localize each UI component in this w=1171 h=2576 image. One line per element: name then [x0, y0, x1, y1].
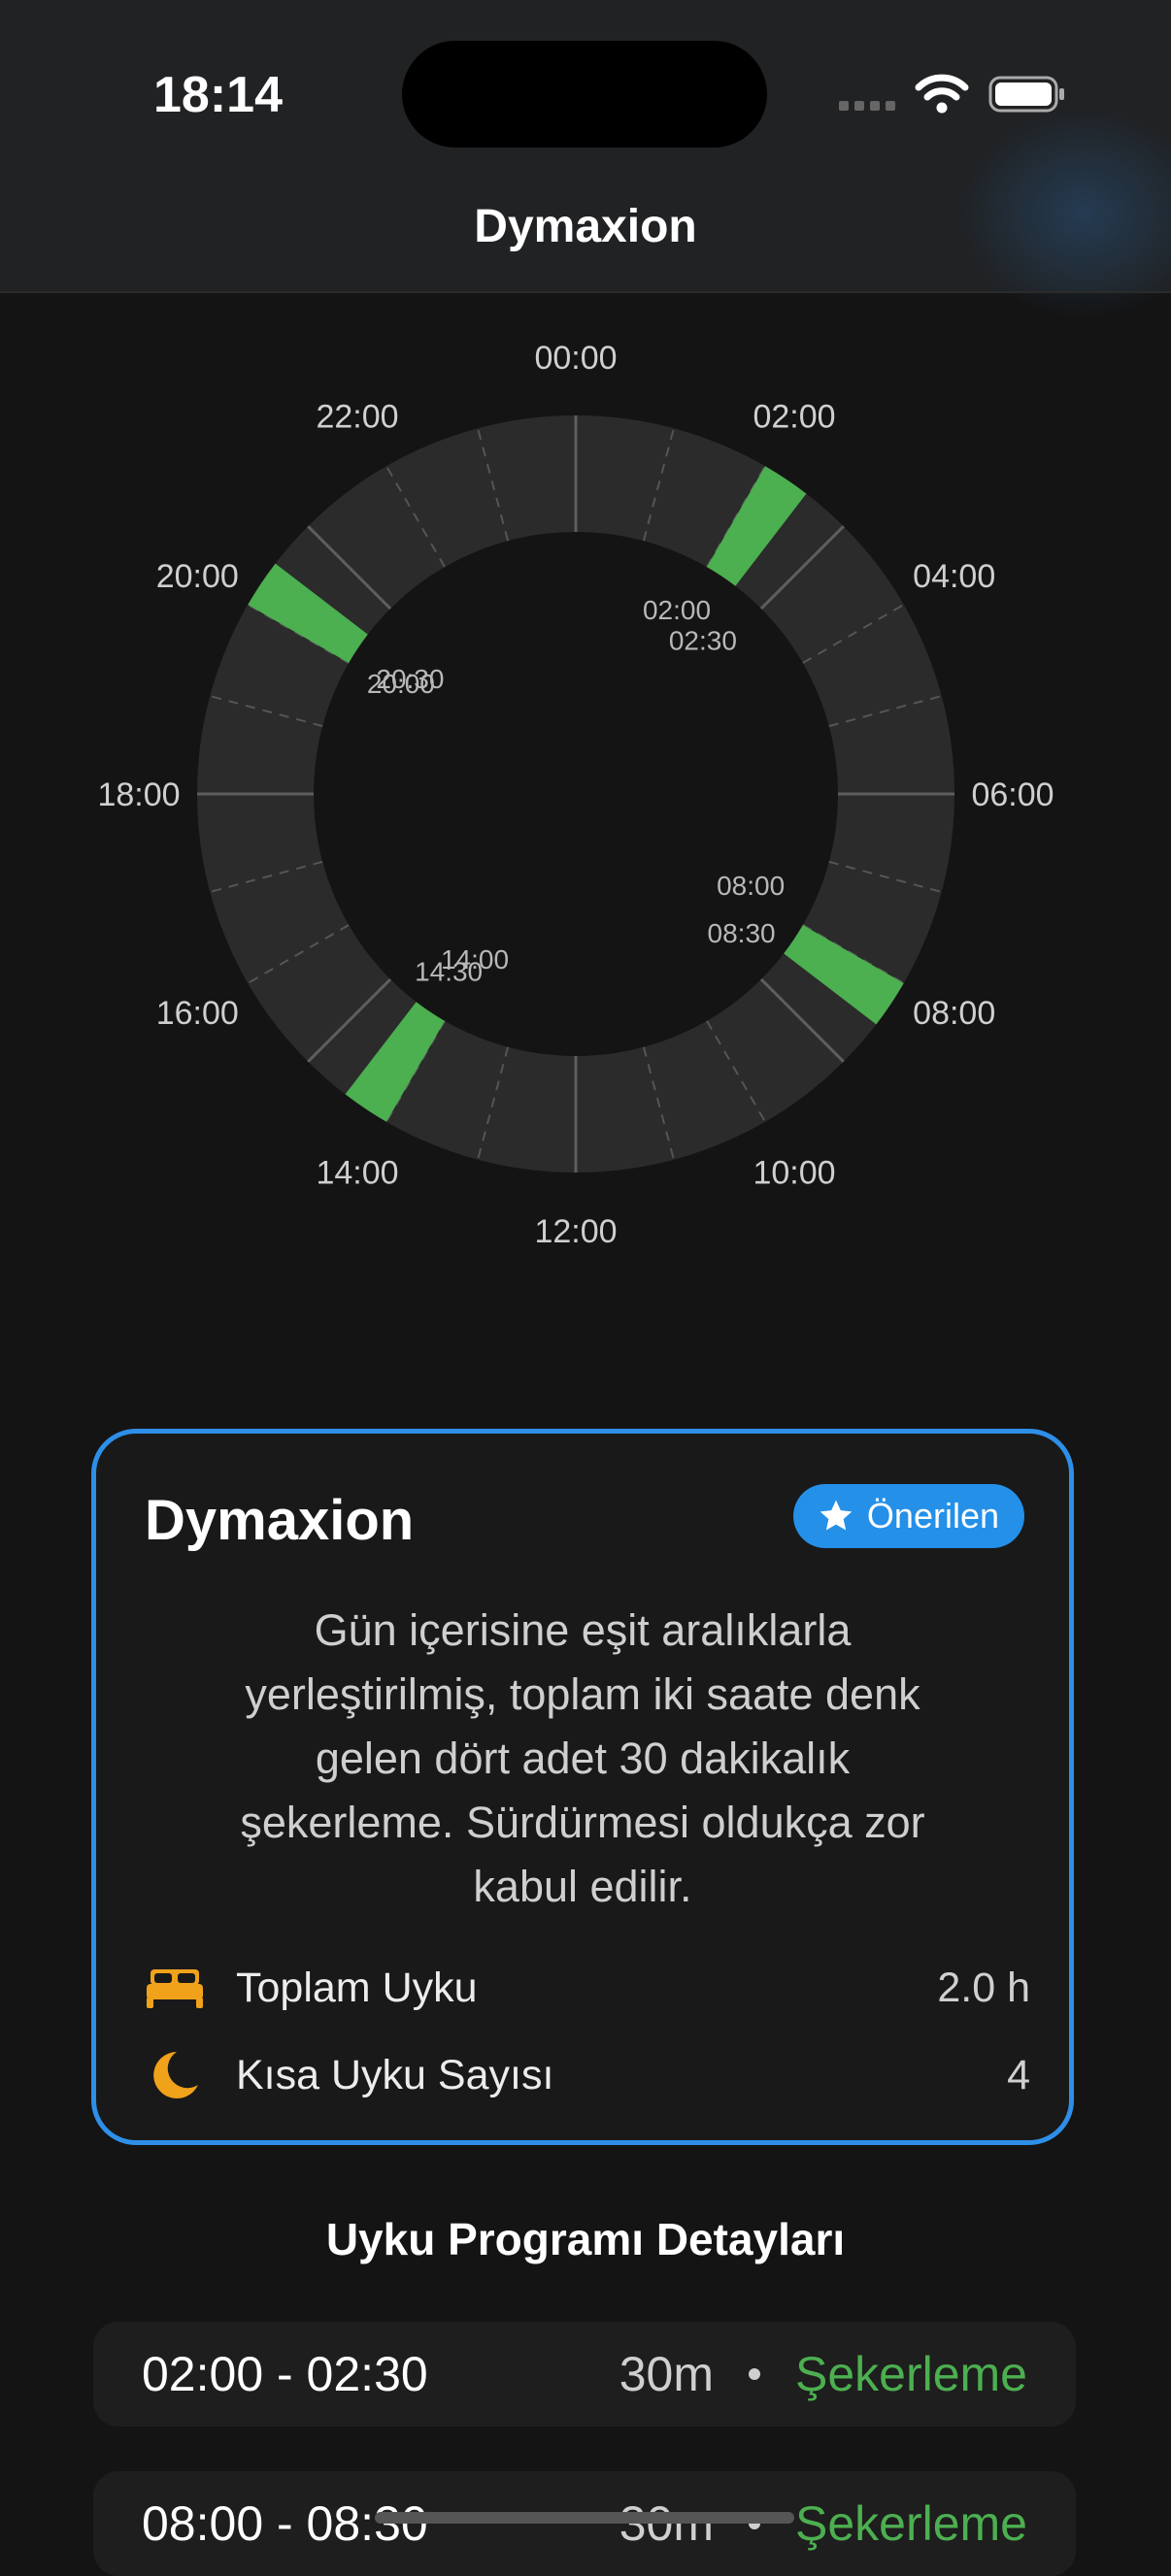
- row-type: Şekerleme: [795, 2347, 1027, 2401]
- dynamic-island: [402, 41, 767, 148]
- hour-label: 04:00: [913, 558, 995, 595]
- hour-label: 14:00: [316, 1155, 398, 1192]
- row-time-range: 08:00 - 08:30: [142, 2496, 428, 2551]
- star-icon: [820, 1500, 853, 1531]
- details-title: Uyku Programı Detayları: [325, 2214, 846, 2264]
- row-time-range: 02:00 - 02:30: [142, 2347, 428, 2401]
- hour-label: 18:00: [97, 776, 180, 813]
- hour-label: 02:00: [753, 398, 835, 435]
- hour-label: 10:00: [753, 1155, 835, 1192]
- recommended-badge: Önerilen: [792, 1484, 1024, 1548]
- moon-icon: [145, 2048, 205, 2102]
- nap-end-label: 14:30: [415, 957, 483, 987]
- row-type: Şekerleme: [795, 2496, 1027, 2551]
- home-indicator[interactable]: [375, 2512, 794, 2524]
- nap-end-label: 02:30: [669, 625, 737, 655]
- nap-count-value: 4: [1007, 2051, 1030, 2098]
- page-title: Dymaxion: [474, 201, 697, 252]
- hour-label: 08:00: [913, 995, 995, 1032]
- nap-start-label: 02:00: [643, 595, 711, 625]
- description-line: gelen dört adet 30 dakikalık: [315, 1734, 851, 1783]
- nap-start-label: 08:00: [717, 871, 785, 901]
- battery-icon: [988, 76, 1064, 113]
- badge-label: Önerilen: [866, 1496, 999, 1536]
- card-title: Dymaxion: [145, 1489, 415, 1552]
- schedule-row[interactable]: 02:00 - 02:30 30m Şekerleme: [93, 2322, 1076, 2427]
- row-duration: 30m: [619, 2496, 714, 2551]
- cellular-icon: [839, 101, 895, 111]
- description-line: Gün içerisine eşit aralıklarla: [314, 1605, 852, 1655]
- description-line: şekerleme. Sürdürmesi oldukça zor: [240, 1798, 925, 1847]
- row-duration: 30m: [619, 2347, 714, 2401]
- nap-count-label: Kısa Uyku Sayısı: [236, 2051, 554, 2098]
- bed-icon: [145, 1961, 205, 2015]
- description-line: yerleştirilmiş, toplam iki saate denk: [245, 1669, 920, 1719]
- hour-label: 22:00: [316, 398, 398, 435]
- total-sleep-label: Toplam Uyku: [236, 1964, 478, 2011]
- hour-label: 00:00: [534, 340, 617, 377]
- card-description: Gün içerisine eşit aralıklarla yerleştir…: [135, 1599, 1030, 1919]
- sleep-schedule-clock: 00:00 02:00 04:00 06:00 08:00 10:00 12:00 14:00…: [97, 340, 1054, 1250]
- wifi-icon: [915, 74, 969, 114]
- hour-label: 06:00: [971, 776, 1054, 813]
- total-sleep-value: 2.0 h: [937, 1964, 1030, 2011]
- hour-label: 12:00: [534, 1213, 617, 1250]
- schedule-row[interactable]: 08:00 - 08:30 30m Şekerleme: [93, 2471, 1076, 2576]
- nap-count-row: Kısa Uyku Sayısı 4: [145, 2041, 1030, 2109]
- separator-dot: [749, 2368, 760, 2380]
- schedule-card[interactable]: Dymaxion Önerilen Gün içerisine eşit ara…: [91, 1429, 1074, 2145]
- status-time: 18:14: [153, 67, 283, 123]
- nap-end-label: 20:30: [376, 664, 444, 694]
- nap-end-label: 08:30: [708, 918, 776, 948]
- total-sleep-row: Toplam Uyku 2.0 h: [145, 1954, 1030, 2022]
- description-line: kabul edilir.: [473, 1862, 692, 1911]
- hour-label: 16:00: [156, 995, 239, 1032]
- hour-label: 20:00: [156, 558, 239, 595]
